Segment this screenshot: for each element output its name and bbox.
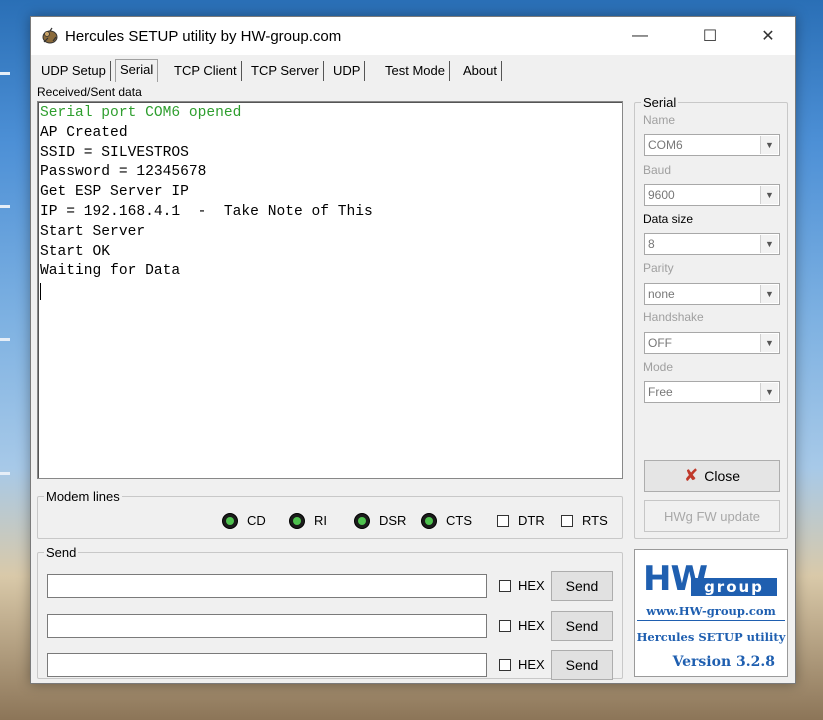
- modem-lines-group: Modem lines CD RI DSR CTS DTR RTS: [37, 489, 623, 539]
- tab-about[interactable]: About: [459, 61, 502, 81]
- terminal-line: AP Created: [40, 124, 128, 141]
- text-cursor: [40, 283, 41, 301]
- maximize-button[interactable]: ☐: [687, 17, 733, 55]
- chevron-down-icon[interactable]: ▼: [760, 186, 778, 204]
- hex-checkbox[interactable]: [499, 659, 511, 671]
- desktop-icon[interactable]: [0, 205, 10, 208]
- port-name-select[interactable]: COM6 ▼: [644, 134, 780, 156]
- hercules-window: Hercules SETUP utility by HW-group.com —…: [30, 16, 796, 684]
- dtr-label: DTR: [518, 513, 545, 528]
- chevron-down-icon[interactable]: ▼: [760, 334, 778, 352]
- mode-label: Mode: [643, 360, 674, 374]
- received-data-terminal[interactable]: Serial port COM6 opened AP Created SSID = …: [37, 101, 623, 479]
- handshake-value: OFF: [648, 336, 672, 350]
- hw-group-logo: HW group www.HW-group.com Hercules SETUP…: [634, 549, 788, 677]
- cts-led-icon: [421, 513, 437, 529]
- desktop-icon[interactable]: [0, 338, 10, 341]
- parity-label: Parity: [643, 261, 674, 275]
- send-button[interactable]: Send: [551, 571, 613, 601]
- cd-led-icon: [222, 513, 238, 529]
- rts-label: RTS: [582, 513, 608, 528]
- dtr-checkbox[interactable]: [497, 515, 509, 527]
- logo-group: group: [691, 578, 777, 596]
- serial-legend: Serial: [643, 95, 677, 110]
- send-legend: Send: [46, 545, 77, 560]
- terminal-line: Serial port COM6 opened: [40, 105, 242, 121]
- send-input[interactable]: [47, 614, 487, 638]
- hwg-fw-update-button[interactable]: HWg FW update: [644, 500, 780, 532]
- cts-label: CTS: [446, 513, 472, 528]
- baud-value: 9600: [648, 188, 675, 202]
- tab-tcp-client[interactable]: TCP Client: [170, 61, 242, 81]
- send-group: Send HEX Send HEX Send HEX Send: [37, 545, 623, 680]
- logo-url: www.HW-group.com: [646, 604, 776, 618]
- handshake-label: Handshake: [643, 310, 704, 324]
- ri-label: RI: [314, 513, 327, 528]
- terminal-line: Waiting for Data: [40, 263, 181, 280]
- parity-value: none: [648, 287, 675, 301]
- name-label: Name: [643, 113, 676, 127]
- tab-test-mode[interactable]: Test Mode: [381, 61, 450, 81]
- terminal-line: IP = 192.168.4.1 - Take Note of This: [40, 203, 373, 220]
- chevron-down-icon[interactable]: ▼: [760, 136, 778, 154]
- baud-select[interactable]: 9600 ▼: [644, 184, 780, 206]
- hercules-app-icon: [42, 27, 58, 44]
- hex-label: HEX: [518, 657, 545, 672]
- send-button[interactable]: Send: [551, 650, 613, 680]
- dsr-label: DSR: [379, 513, 407, 528]
- desktop-icon[interactable]: [0, 72, 10, 75]
- parity-select[interactable]: none ▼: [644, 283, 780, 305]
- received-sent-label: Received/Sent data: [37, 85, 142, 99]
- window-title: Hercules SETUP utility by HW-group.com: [65, 28, 342, 45]
- desktop-icon[interactable]: [0, 472, 10, 475]
- data-size-select[interactable]: 8 ▼: [644, 233, 780, 255]
- close-port-button[interactable]: ✘ Close: [644, 460, 780, 492]
- close-x-icon: ✘: [683, 466, 699, 485]
- tab-udp-setup[interactable]: UDP Setup: [37, 61, 111, 81]
- hex-label: HEX: [518, 578, 545, 593]
- send-input[interactable]: [47, 574, 487, 598]
- logo-product: Hercules SETUP utility: [636, 630, 786, 644]
- modem-lines-legend: Modem lines: [46, 489, 120, 504]
- ri-led-icon: [289, 513, 305, 529]
- data-size-value: 8: [648, 237, 655, 251]
- terminal-line: Password = 12345678: [40, 164, 207, 181]
- close-window-button[interactable]: ✕: [745, 17, 791, 55]
- terminal-line: SSID = SILVESTROS: [40, 144, 189, 161]
- dsr-led-icon: [354, 513, 370, 529]
- send-input[interactable]: [47, 653, 487, 677]
- rts-checkbox[interactable]: [561, 515, 573, 527]
- mode-select[interactable]: Free ▼: [644, 381, 780, 403]
- hex-checkbox[interactable]: [499, 620, 511, 632]
- chevron-down-icon[interactable]: ▼: [760, 383, 778, 401]
- terminal-line: Start Server: [40, 223, 146, 240]
- logo-divider: [637, 620, 785, 621]
- cd-label: CD: [247, 513, 266, 528]
- tab-tcp-server[interactable]: TCP Server: [247, 61, 324, 81]
- hex-checkbox[interactable]: [499, 580, 511, 592]
- handshake-select[interactable]: OFF ▼: [644, 332, 780, 354]
- tab-udp[interactable]: UDP: [329, 61, 366, 81]
- terminal-line: Start OK: [40, 243, 111, 260]
- mode-value: Free: [648, 385, 673, 399]
- chevron-down-icon[interactable]: ▼: [760, 285, 778, 303]
- send-button[interactable]: Send: [551, 611, 613, 641]
- title-bar[interactable]: Hercules SETUP utility by HW-group.com —…: [31, 17, 795, 55]
- chevron-down-icon[interactable]: ▼: [760, 235, 778, 253]
- baud-label: Baud: [643, 163, 672, 177]
- hex-label: HEX: [518, 618, 545, 633]
- logo-version: Version 3.2.8: [672, 654, 775, 670]
- port-name-value: COM6: [648, 138, 683, 152]
- tab-serial[interactable]: Serial: [115, 59, 159, 82]
- close-port-label: Close: [704, 468, 741, 484]
- minimize-button[interactable]: —: [617, 17, 663, 55]
- data-size-label: Data size: [643, 212, 694, 226]
- terminal-line: Get ESP Server IP: [40, 184, 189, 201]
